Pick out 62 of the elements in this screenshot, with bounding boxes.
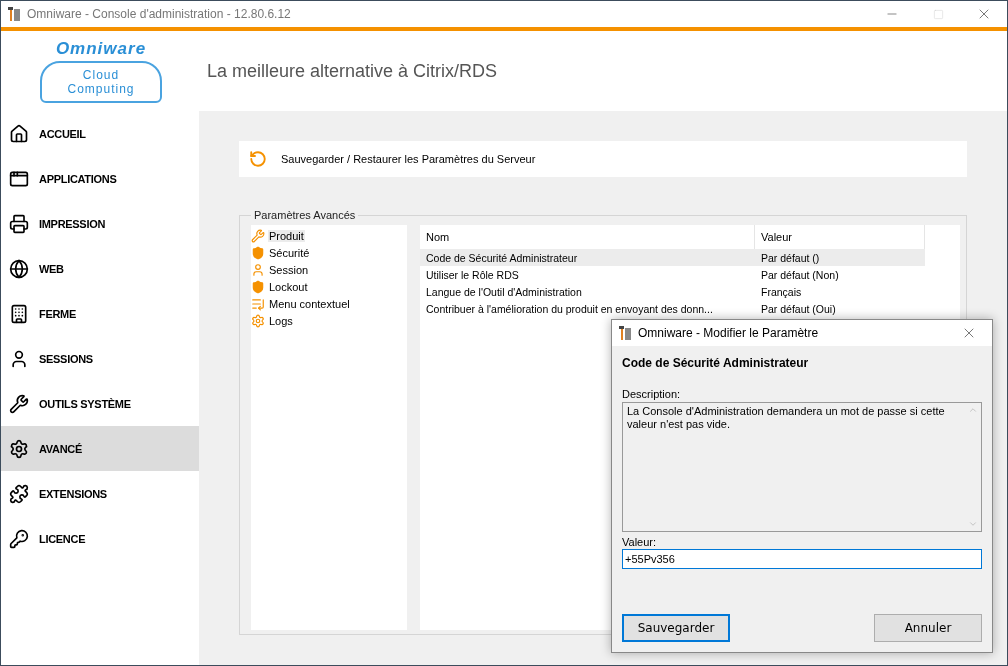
user-icon <box>9 348 29 369</box>
sidebar-label: WEB <box>39 262 64 275</box>
table-cell: Code de Sécurité Administrateur <box>420 249 755 266</box>
sidebar-label: FERME <box>39 307 76 320</box>
table-cell-text: Par défaut (Non) <box>760 267 840 283</box>
printer-icon <box>9 213 29 234</box>
building-icon <box>9 303 29 324</box>
user-icon <box>251 262 265 277</box>
sidebar-label: ACCUEIL <box>39 127 86 140</box>
tree-item[interactable]: Lockout <box>268 280 309 293</box>
value-field[interactable]: +55Pv356 <box>622 549 982 569</box>
table-cell-text: Contribuer à l'amélioration du produit en envoyant des donn... <box>425 301 714 317</box>
scroll-down-icon[interactable] <box>967 519 978 529</box>
home-icon <box>9 123 29 144</box>
puzzle-icon <box>9 483 29 504</box>
sidebar-label: IMPRESSION <box>39 217 106 230</box>
menu-icon <box>251 296 265 311</box>
tree-item[interactable]: Sécurité <box>268 246 311 259</box>
wrench-icon <box>251 228 265 243</box>
table-cell-text: Utiliser le Rôle RDS <box>425 267 520 283</box>
key-icon <box>9 528 29 549</box>
logo-text: Cloud <box>82 68 120 82</box>
table-cell: Par défaut () <box>755 249 925 266</box>
dialog-button[interactable]: Annuler <box>874 614 982 642</box>
sidebar-label: LICENCE <box>39 532 86 545</box>
tree-item[interactable]: Logs <box>268 314 294 327</box>
tagline: La meilleure alternative à Citrix/RDS <box>207 60 498 82</box>
shield-icon <box>251 245 265 260</box>
settings-icon <box>251 313 265 328</box>
table-cell-text: Français <box>760 284 803 300</box>
logo-text: Computing <box>67 82 135 96</box>
app-icon <box>618 325 632 341</box>
tree-item[interactable]: Menu contextuel <box>268 297 351 310</box>
sidebar-item[interactable]: AVANCÉ <box>1 426 199 471</box>
description-label: Description: <box>622 388 682 400</box>
save-restore-button[interactable]: Sauvegarder / Restaurer les Paramètres du Serveur <box>239 141 967 177</box>
scroll-up-icon[interactable] <box>967 405 978 415</box>
globe-icon <box>9 258 29 279</box>
sidebar-label: APPLICATIONS <box>39 172 117 185</box>
tree-item[interactable]: Produit <box>268 229 305 242</box>
shield-icon <box>251 279 265 294</box>
sidebar-label: SESSIONS <box>39 352 93 365</box>
maximize-icon <box>932 8 944 20</box>
group-title: Paramètres Avancés <box>253 209 357 221</box>
sidebar-label: OUTILS SYSTÈME <box>39 397 131 410</box>
settings-icon <box>9 438 29 459</box>
dialog-button[interactable]: Sauvegarder <box>622 614 730 642</box>
sidebar-label: EXTENSIONS <box>39 487 107 500</box>
table-cell-text: Langue de l'Outil d'Administration <box>425 284 583 300</box>
logo-brand: Omniware <box>55 39 147 59</box>
window-title: Omniware - Console d'administration - 12.80.6.12 <box>27 7 292 21</box>
sidebar-label: AVANCÉ <box>39 442 83 455</box>
dialog-heading: Code de Sécurité Administrateur <box>622 356 810 370</box>
dialog-title: Omniware - Modifier le Paramètre <box>638 326 820 340</box>
wrench-icon <box>9 393 29 414</box>
restore-icon <box>249 150 267 168</box>
value-label: Valeur: <box>622 536 658 548</box>
app-icon <box>7 6 21 22</box>
table-cell-text: Par défaut (Oui) <box>760 301 837 317</box>
description-text: La Console d'Administration demandera un mot de passe si cette valeur n'est pas vide. <box>626 404 946 432</box>
tree-item[interactable]: Session <box>268 263 310 276</box>
save-restore-label: Sauvegarder / Restaurer les Paramètres du Serveur <box>281 153 536 165</box>
